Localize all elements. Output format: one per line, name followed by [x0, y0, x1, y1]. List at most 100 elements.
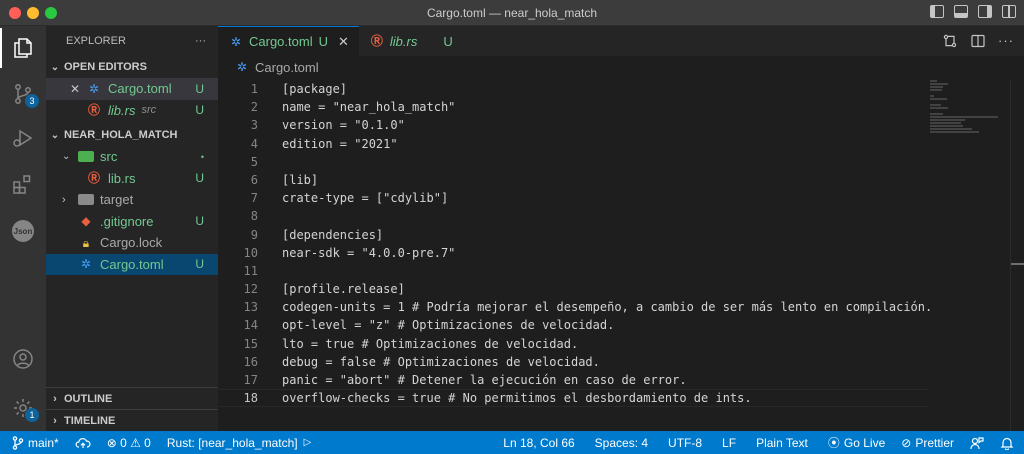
breadcrumb-file[interactable]: Cargo.toml [255, 60, 319, 75]
chevron-right-icon: › [53, 392, 57, 405]
accounts-activity[interactable] [0, 339, 46, 379]
code-line[interactable]: 10 near-sdk = "4.0.0-pre.7" [218, 244, 928, 262]
code-line[interactable]: 7 crate-type = ["cdylib"] [218, 189, 928, 207]
open-editors-section[interactable]: ⌄ OPEN EDITORS [46, 56, 218, 78]
open-editor-item[interactable]: Ⓡ lib.rs src U [46, 100, 218, 122]
file-status: U [195, 214, 204, 229]
code-line[interactable]: 4 edition = "2021" [218, 135, 928, 153]
code-line[interactable]: 11 [218, 262, 928, 280]
json-activity[interactable]: Json [0, 211, 46, 251]
problems-status[interactable]: ⊗ 0 ⚠ 0 [99, 431, 159, 454]
gear-file-icon: ✲ [88, 81, 100, 96]
line-text: crate-type = ["cdylib"] [282, 191, 449, 206]
rust-file-icon: Ⓡ [87, 171, 100, 186]
tab-status: U [443, 33, 453, 49]
source-control-activity[interactable]: 3 [0, 74, 46, 114]
line-number: 15 [243, 336, 258, 351]
code-line[interactable]: 18 overflow-checks = true # No permitimos… [218, 389, 928, 407]
status-bar: main* ⊗ 0 ⚠ 0 Rust: [near_hola_match] ▷ … [0, 431, 1024, 454]
code-line[interactable]: 3 version = "0.1.0" [218, 116, 928, 134]
branch-status[interactable]: main* [0, 431, 67, 454]
code-line[interactable]: 17 panic = "abort" # Detener la ejecución… [218, 371, 928, 389]
line-number: 3 [250, 118, 258, 133]
modified-dot: • [200, 151, 204, 162]
rust-status-label: Rust: [near_hola_match] [166, 435, 298, 450]
rust-status[interactable]: Rust: [near_hola_match] ▷ [159, 431, 319, 454]
split-editor-icon[interactable] [970, 33, 986, 49]
minimap-line [930, 113, 943, 115]
tree-item-src[interactable]: ⌄ src • [46, 146, 218, 168]
tree-item-label: lib.rs [108, 170, 136, 186]
line-number: 9 [250, 227, 258, 242]
code-line[interactable]: 2 name = "near_hola_match" [218, 98, 928, 116]
line-text: opt-level = "z" # Optimizaciones de velo… [282, 318, 615, 333]
project-label: NEAR_HOLA_MATCH [64, 129, 178, 141]
tree-item-cargo-lock[interactable]: 🔒︎ Cargo.lock [46, 232, 218, 254]
code-line[interactable]: 13 codegen-units = 1 # Podría mejorar el … [218, 298, 933, 316]
open-changes-icon[interactable] [942, 33, 958, 49]
files-icon [14, 38, 32, 58]
line-text: debug = false # Optimizaciones de veloci… [282, 354, 600, 369]
go-live-status[interactable]: ⦿ Go Live [820, 431, 893, 454]
customize-layout-icon[interactable] [1002, 5, 1016, 18]
toggle-panel-icon[interactable] [954, 5, 968, 18]
encoding[interactable]: UTF-8 [660, 431, 714, 454]
explorer-activity[interactable] [0, 28, 46, 68]
open-editor-item[interactable]: ✕ ✲ Cargo.toml U [46, 78, 218, 100]
toggle-secondary-sidebar-icon[interactable] [978, 5, 992, 18]
run-debug-activity[interactable] [0, 118, 46, 158]
code-line[interactable]: 6 [lib] [218, 171, 928, 189]
code-editor[interactable]: 1 [package] 2 name = "near_hola_match" 3 vers… [218, 80, 933, 407]
notifications-status[interactable] [992, 431, 1024, 454]
code-line[interactable]: 9 [dependencies] [218, 226, 928, 244]
manage-activity[interactable]: 1 [0, 388, 46, 428]
extensions-activity[interactable] [0, 164, 46, 204]
outline-section[interactable]: › OUTLINE [46, 387, 218, 409]
end-of-line[interactable]: LF [714, 431, 748, 454]
prettier-status[interactable]: ⊘ Prettier [893, 431, 962, 454]
tree-item-cargo-toml[interactable]: ✲ Cargo.toml U [46, 253, 218, 275]
code-line[interactable]: 1 [package] [218, 80, 928, 98]
minimap-line [930, 86, 943, 88]
language-mode[interactable]: Plain Text [748, 431, 820, 454]
breadcrumb[interactable]: ✲ Cargo.toml [218, 56, 1024, 78]
toggle-sidebar-icon[interactable] [930, 5, 944, 18]
code-line[interactable]: 12 [profile.release] [218, 280, 928, 298]
timeline-section[interactable]: › TIMELINE [46, 409, 218, 431]
code-line[interactable]: 5 [218, 153, 928, 171]
tab-cargo-toml[interactable]: ✲ Cargo.toml U ✕ [218, 26, 359, 56]
minimap-line [930, 116, 998, 118]
feedback-status[interactable] [962, 431, 992, 454]
title-bar: Cargo.toml — near_hola_match [0, 0, 1024, 26]
code-line[interactable]: 8 [218, 207, 928, 225]
code-line[interactable]: 14 opt-level = "z" # Optimizaciones de ve… [218, 316, 928, 334]
line-number: 2 [250, 100, 258, 115]
line-text: overflow-checks = true # No permitimos e… [282, 391, 752, 406]
cursor-position[interactable]: Ln 18, Col 66 [495, 431, 586, 454]
vertical-scrollbar[interactable] [1010, 80, 1024, 431]
close-icon[interactable]: ✕ [338, 34, 349, 50]
sync-status[interactable] [67, 431, 99, 454]
indentation[interactable]: Spaces: 4 [587, 431, 660, 454]
line-text: edition = "2021" [282, 136, 398, 151]
more-actions-icon[interactable]: ··· [998, 33, 1014, 49]
settings-badge: 1 [25, 408, 39, 422]
code-line[interactable]: 16 debug = false # Optimizaciones de velo… [218, 353, 928, 371]
file-status: U [195, 171, 204, 186]
explorer-header: EXPLORER ··· [46, 26, 218, 56]
minimap-line [930, 119, 965, 121]
tab-lib-rs[interactable]: Ⓡ lib.rs U [359, 26, 483, 56]
tree-item-gitignore[interactable]: ◆ .gitignore U [46, 211, 218, 233]
line-number: 16 [243, 354, 258, 369]
explorer-title: EXPLORER [66, 35, 126, 47]
tab-label: lib.rs [389, 33, 418, 49]
minimap-line [930, 95, 934, 97]
explorer-more-button[interactable]: ··· [195, 35, 206, 47]
close-icon[interactable]: ✕ [70, 82, 86, 96]
minimap[interactable] [930, 80, 1000, 380]
code-line[interactable]: 15 lto = true # Optimizaciones de velocid… [218, 335, 928, 353]
project-section[interactable]: ⌄ NEAR_HOLA_MATCH [46, 124, 218, 146]
window-title: Cargo.toml — near_hola_match [426, 6, 598, 20]
tree-item-target[interactable]: › target [46, 189, 218, 211]
tree-item-lib-rs[interactable]: Ⓡ lib.rs U [46, 168, 218, 190]
